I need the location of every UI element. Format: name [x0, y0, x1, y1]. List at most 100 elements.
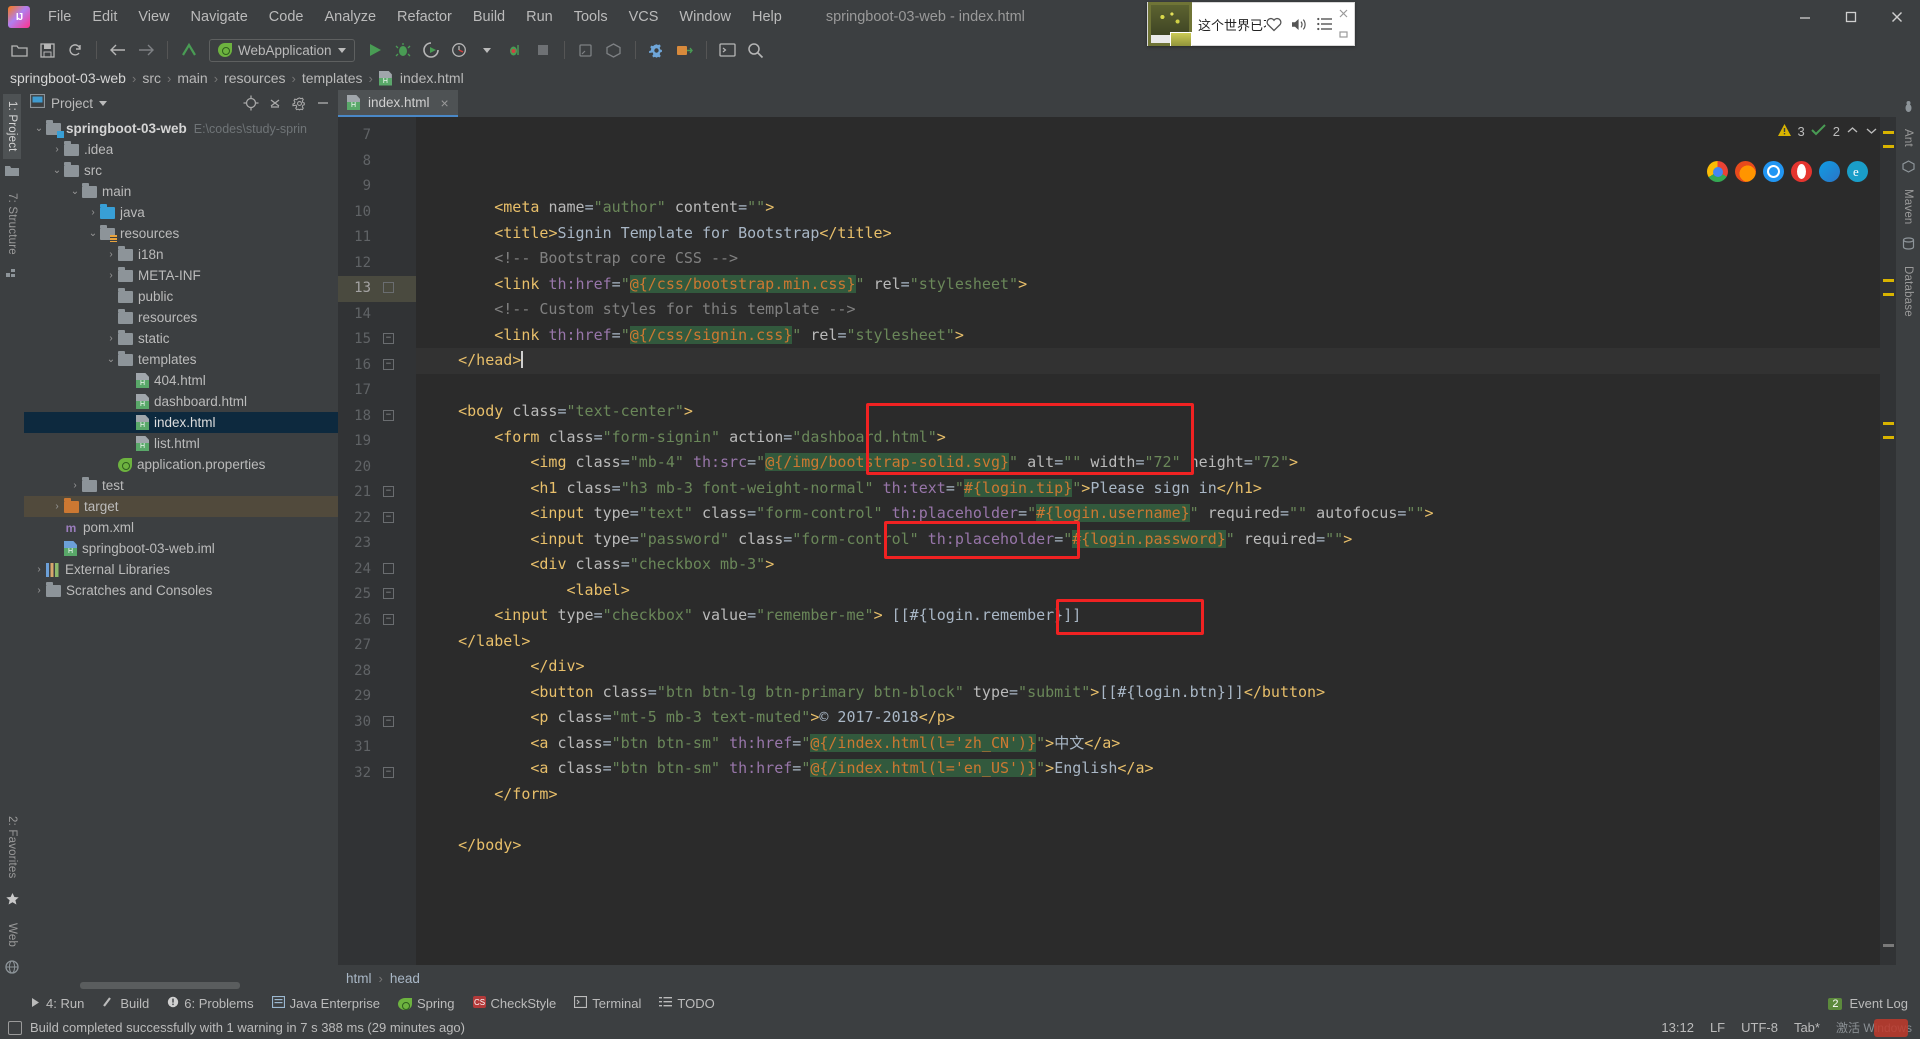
menu-item-code[interactable]: Code — [259, 5, 314, 29]
line-number-31[interactable]: 31 — [338, 735, 416, 761]
minimize-icon[interactable] — [1339, 26, 1348, 44]
breadcrumb-item-index-html[interactable]: index.html — [400, 70, 464, 86]
event-log-label[interactable]: Event Log — [1849, 996, 1908, 1011]
code-text[interactable]: <meta name="author" content=""> <title>S… — [416, 117, 1880, 965]
tree-node-public[interactable]: public — [24, 286, 338, 307]
line-number-28[interactable]: 28 — [338, 659, 416, 685]
music-widget-controls[interactable] — [1266, 17, 1339, 32]
tree-node-external-libraries[interactable]: › External Libraries — [24, 559, 338, 580]
line-number-15[interactable]: 15− — [338, 327, 416, 353]
tool-window-todo[interactable]: TODO — [659, 996, 715, 1011]
tree-node-i18n[interactable]: › i18n — [24, 244, 338, 265]
line-number-9[interactable]: 9 — [338, 174, 416, 200]
code-line-28[interactable]: <a class="btn btn-sm" th:href="@{/index.… — [416, 731, 1880, 757]
stop-debugger-icon[interactable] — [502, 37, 528, 63]
tree-node-404-html[interactable]: 404.html — [24, 370, 338, 391]
collapse-all-icon[interactable] — [266, 94, 284, 112]
tree-node-target[interactable]: › target — [24, 496, 338, 517]
build-module-icon[interactable] — [573, 37, 599, 63]
tree-node-static[interactable]: › static — [24, 328, 338, 349]
stop-icon[interactable] — [530, 37, 556, 63]
sidebar-item-maven[interactable]: Maven — [1899, 182, 1917, 232]
music-player-widget[interactable]: 这个世界已不知不觉的空虚 — [1147, 2, 1355, 46]
profile-button[interactable] — [446, 37, 472, 63]
chevron-down-icon[interactable] — [99, 100, 108, 106]
update-project-icon[interactable] — [176, 37, 202, 63]
line-number-23[interactable]: 23 — [338, 531, 416, 557]
settings-gear-icon[interactable] — [644, 37, 670, 63]
code-fold-toggle[interactable]: − — [383, 588, 394, 599]
code-line-31[interactable] — [416, 807, 1880, 833]
breadcrumb-item-head[interactable]: head — [390, 971, 420, 986]
main-toolbar[interactable]: WebApplication — [0, 34, 1920, 66]
run-configuration-selector[interactable]: WebApplication — [209, 38, 355, 62]
event-log-area[interactable]: 2 Event Log — [1828, 996, 1920, 1011]
chevron-down-icon[interactable] — [474, 37, 500, 63]
code-fold-toggle[interactable]: − — [383, 409, 394, 421]
playlist-icon[interactable] — [1317, 17, 1333, 31]
tree-node-springboot-03-web-iml[interactable]: springboot-03-web.iml — [24, 538, 338, 559]
code-fold-toggle[interactable] — [383, 562, 394, 574]
tool-window-spring[interactable]: Spring — [397, 996, 455, 1011]
save-all-icon[interactable] — [34, 37, 60, 63]
hide-panel-icon[interactable] — [314, 94, 332, 112]
project-panel-header[interactable]: Project — [24, 90, 338, 116]
code-line-8[interactable]: <title>Signin Template for Bootstrap</ti… — [416, 221, 1880, 247]
sidebar-item-web[interactable]: Web — [3, 916, 21, 954]
line-number-26[interactable]: 26− — [338, 608, 416, 634]
tree-node-templates[interactable]: ⌄ templates — [24, 349, 338, 370]
code-line-26[interactable]: <button class="btn btn-lg btn-primary bt… — [416, 680, 1880, 706]
code-line-11[interactable]: <!-- Custom styles for this template --> — [416, 297, 1880, 323]
menu-item-view[interactable]: View — [128, 5, 179, 29]
database-icon[interactable] — [1902, 237, 1915, 253]
error-stripe[interactable] — [1880, 117, 1896, 965]
breadcrumb-item-project[interactable]: springboot-03-web — [10, 70, 126, 86]
chevron-down-icon[interactable]: ⌄ — [50, 165, 64, 176]
chevron-right-icon[interactable]: › — [104, 270, 118, 281]
breadcrumb-item-html[interactable]: html — [346, 971, 372, 986]
minimize-button[interactable] — [1782, 0, 1828, 34]
breadcrumb-item-templates[interactable]: templates — [302, 70, 363, 86]
editor-tab-bar[interactable]: index.html × — [338, 90, 1896, 117]
menu-item-vcs[interactable]: VCS — [619, 5, 669, 29]
line-number-20[interactable]: 20 — [338, 455, 416, 481]
code-line-29[interactable]: <a class="btn btn-sm" th:href="@{/index.… — [416, 756, 1880, 782]
sidebar-item-ant[interactable]: Ant — [1899, 122, 1917, 154]
sidebar-item-favorites[interactable]: 2: Favorites — [3, 809, 21, 885]
line-number-27[interactable]: 27 — [338, 633, 416, 659]
breadcrumb-item-main[interactable]: main — [177, 70, 207, 86]
code-fold-toggle[interactable]: − — [383, 358, 394, 370]
tool-window-bar[interactable]: 4: Run Build 6: Problems Java Enterprise… — [0, 991, 1920, 1016]
right-tool-rail[interactable]: Ant Maven Database — [1896, 90, 1920, 991]
sidebar-item-project[interactable]: 1: Project — [3, 94, 21, 159]
chevron-down-icon[interactable] — [1865, 124, 1878, 140]
close-icon[interactable] — [1339, 5, 1348, 23]
chevron-down-icon[interactable] — [337, 47, 346, 53]
code-line-10[interactable]: <link th:href="@{/css/bootstrap.min.css}… — [416, 272, 1880, 298]
heart-icon[interactable] — [1266, 17, 1282, 32]
debug-button[interactable] — [390, 37, 416, 63]
tree-node-list-html[interactable]: list.html — [24, 433, 338, 454]
line-number-7[interactable]: 7 — [338, 123, 416, 149]
line-number-10[interactable]: 10 — [338, 200, 416, 226]
code-line-12[interactable]: <link th:href="@{/css/signin.css}" rel="… — [416, 323, 1880, 349]
tree-node-index-html[interactable]: index.html — [24, 412, 338, 433]
maven-icon[interactable] — [1901, 160, 1915, 176]
web-globe-icon[interactable] — [5, 960, 19, 977]
tree-node-application-properties[interactable]: application.properties — [24, 454, 338, 475]
code-fold-toggle[interactable] — [383, 282, 394, 293]
code-line-15[interactable]: <body class="text-center"> — [416, 399, 1880, 425]
tree-node-meta-inf[interactable]: › META-INF — [24, 265, 338, 286]
tree-node-scratches-and-consoles[interactable]: › Scratches and Consoles — [24, 580, 338, 601]
sidebar-item-structure[interactable]: 7: Structure — [3, 186, 21, 262]
tree-node-dashboard-html[interactable]: dashboard.html — [24, 391, 338, 412]
line-number-32[interactable]: 32− — [338, 761, 416, 787]
chrome-icon[interactable] — [1707, 161, 1728, 182]
editor-tab-index-html[interactable]: index.html × — [338, 90, 458, 117]
sync-icon[interactable] — [62, 37, 88, 63]
code-line-30[interactable]: </form> — [416, 782, 1880, 808]
tree-node-resources[interactable]: resources — [24, 307, 338, 328]
tree-node-resources[interactable]: ⌄ resources — [24, 223, 338, 244]
inspection-widget[interactable]: 3 2 — [1777, 123, 1878, 140]
navigate-forward-icon[interactable] — [133, 37, 159, 63]
